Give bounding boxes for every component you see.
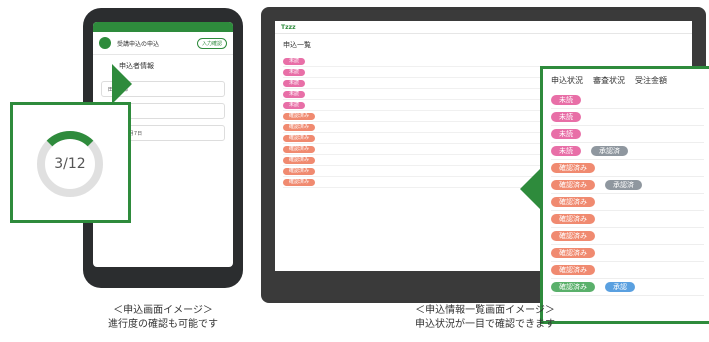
status-badge: 未読: [283, 79, 306, 87]
application-status-pill: 確認済み: [551, 163, 595, 173]
overlay-row[interactable]: 確認済み 承認済: [551, 177, 704, 194]
application-status-pill: 確認済み: [551, 265, 595, 275]
status-badge: 未読: [283, 90, 306, 98]
laptop-caption-line-2: 申込状況が一目で確認できます: [415, 319, 555, 330]
overlay-row[interactable]: 未読: [551, 92, 704, 109]
status-badge: 確認済み: [283, 123, 316, 131]
overlay-row[interactable]: 確認済み: [551, 160, 704, 177]
application-status-pill: 確認済み: [551, 197, 595, 207]
application-status-pill: 未読: [551, 129, 581, 139]
laptop-caption-line-1: ＜申込情報一覧画面イメージ＞: [415, 305, 555, 316]
status-badge: 確認済み: [283, 145, 316, 153]
callout-pointer: [112, 64, 132, 104]
status-badge: 未読: [283, 57, 306, 65]
overlay-row[interactable]: 確認済み: [551, 262, 704, 279]
application-status-pill: 確認済み: [551, 214, 595, 224]
review-status-pill: 承認: [605, 282, 635, 292]
phone-header-button[interactable]: 入力確認: [196, 37, 227, 49]
overlay-row[interactable]: 確認済み: [551, 228, 704, 245]
overlay-header-col-1: 申込状況: [551, 76, 583, 85]
status-badge: 未読: [283, 101, 306, 109]
phone-caption: ＜申込画面イメージ＞ 進行度の確認も可能です: [83, 304, 243, 332]
laptop-page-title: 申込一覧: [283, 41, 311, 49]
status-overlay: 申込状況 審査状況 受注金額 未読 未読 未読 未読 承認済 確認済み 確認済み 承認済 確認済…: [540, 66, 709, 324]
overlay-row[interactable]: 確認済み: [551, 245, 704, 262]
phone-caption-line-2: 進行度の確認も可能です: [108, 319, 218, 330]
application-status-pill: 未読: [551, 146, 581, 156]
overlay-row[interactable]: 未読: [551, 126, 704, 143]
status-badge: 未読: [283, 68, 306, 76]
application-status-pill: 確認済み: [551, 180, 595, 190]
overlay-row[interactable]: 未読 承認済: [551, 143, 704, 160]
application-status-pill: 確認済み: [551, 231, 595, 241]
status-badge: 確認済み: [283, 178, 316, 186]
laptop-logo: Tzzz: [281, 23, 296, 31]
progress-label: 3/12: [54, 156, 86, 172]
phone-status-bar: [93, 22, 233, 32]
laptop-topbar: Tzzz: [275, 21, 692, 34]
overlay-header-col-3: 受注金額: [635, 76, 667, 85]
overlay-header: 申込状況 審査状況 受注金額: [543, 69, 709, 92]
status-badge: 確認済み: [283, 134, 316, 142]
phone-app-title: 受講申込の申込: [117, 40, 160, 48]
phone-caption-line-1: ＜申込画面イメージ＞: [113, 305, 213, 316]
review-status-pill: 承認済: [591, 146, 628, 156]
application-status-pill: 未読: [551, 95, 581, 105]
review-status-pill: 承認済: [605, 180, 642, 190]
overlay-row[interactable]: 確認済み: [551, 194, 704, 211]
status-badge: 確認済み: [283, 167, 316, 175]
progress-callout: 3/12: [10, 102, 131, 223]
application-status-pill: 確認済み: [551, 282, 595, 292]
status-badge: 確認済み: [283, 156, 316, 164]
overlay-row[interactable]: 未読: [551, 109, 704, 126]
overlay-row[interactable]: 確認済み: [551, 211, 704, 228]
overlay-header-col-2: 審査状況: [593, 76, 625, 85]
application-status-pill: 未読: [551, 112, 581, 122]
laptop-caption: ＜申込情報一覧画面イメージ＞ 申込状況が一目で確認できます: [290, 304, 680, 332]
overlay-rows: 未読 未読 未読 未読 承認済 確認済み 確認済み 承認済 確認済み 確認済み 確認済み 確認済み 確認…: [543, 92, 709, 296]
status-badge: 確認済み: [283, 112, 316, 120]
overlay-row[interactable]: 確認済み 承認: [551, 279, 704, 296]
phone-header: 受講申込の申込 入力確認: [93, 32, 233, 55]
brand-logo-icon: [99, 37, 111, 49]
application-status-pill: 確認済み: [551, 248, 595, 258]
